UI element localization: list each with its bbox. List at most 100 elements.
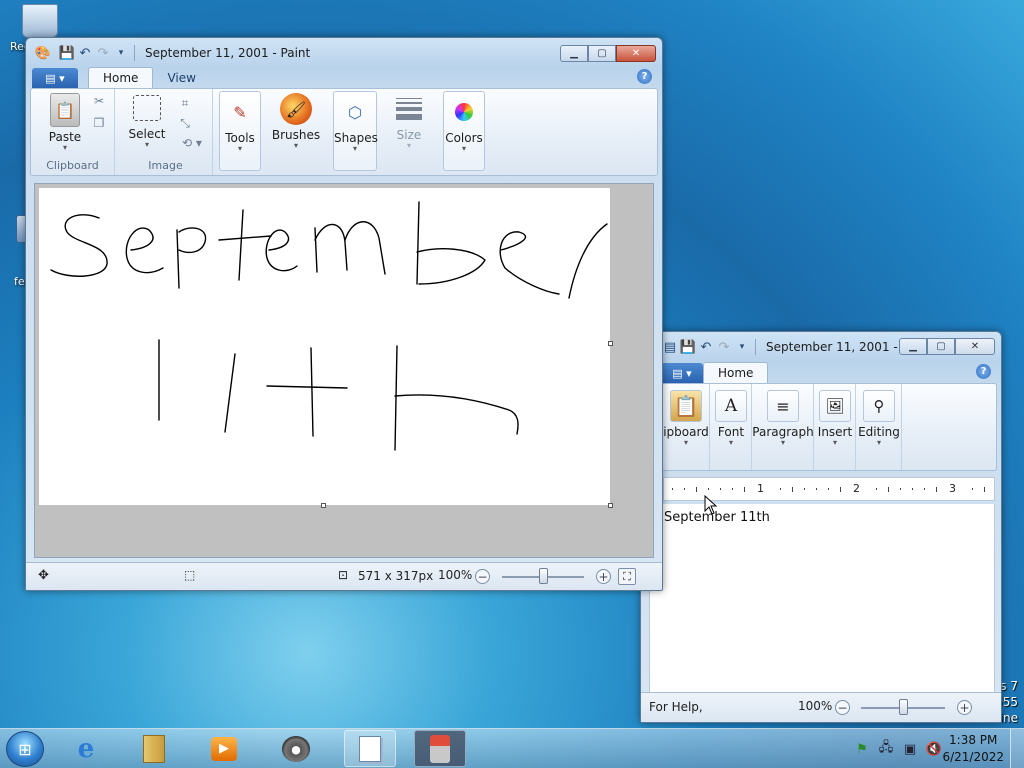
zoom-in-button[interactable]: + [596, 569, 611, 584]
wordpad-app-menu-button[interactable]: ▤ ▾ [661, 363, 703, 383]
resize-icon[interactable]: ⤡ [177, 115, 193, 131]
font-icon: A [715, 390, 747, 422]
size-button[interactable]: Size ▾ [383, 93, 435, 150]
customize-qat-icon[interactable]: ▾ [733, 338, 751, 356]
paint-app-menu-button[interactable]: ▤ ▾ [32, 68, 78, 88]
help-icon[interactable]: ? [637, 69, 652, 84]
paste-icon: 📋 [670, 390, 702, 422]
paint-app-icon[interactable]: 🎨 [34, 44, 52, 62]
drawing-canvas[interactable] [39, 188, 610, 505]
ribbon-group-insert[interactable]: 🖼 Insert ▾ [814, 384, 856, 470]
crop-icon[interactable]: ⌗ [177, 95, 193, 111]
paragraph-button[interactable]: ≡ Paragraph ▾ [752, 390, 814, 447]
windows-logo-icon: ⊞ [18, 739, 32, 759]
paint-icon [430, 734, 450, 763]
clipboard-button[interactable]: 📋 ipboard ▾ [662, 390, 710, 447]
taskbar-internet-explorer[interactable]: e [60, 730, 112, 767]
ribbon-group-paragraph[interactable]: ≡ Paragraph ▾ [752, 384, 814, 470]
taskbar-raccoon-app[interactable] [270, 730, 322, 767]
paint-canvas-area[interactable] [34, 183, 654, 558]
tab-view[interactable]: View [153, 68, 209, 88]
customize-qat-icon[interactable]: ▾ [112, 44, 130, 62]
clock-date: 6/21/2022 [942, 750, 1004, 764]
minimize-button[interactable]: ▁ [560, 45, 588, 62]
canvas-dimensions-text: 571 x 317px [358, 569, 434, 583]
network-icon[interactable]: 🖧 [876, 739, 896, 759]
close-button[interactable]: ✕ [616, 45, 656, 62]
insert-picture-icon: 🖼 [819, 390, 851, 422]
font-button[interactable]: A Font ▾ [710, 390, 752, 447]
wordpad-icon [359, 735, 381, 762]
cut-icon[interactable]: ✂ [91, 93, 107, 109]
wordpad-ribbon: 📋 ipboard ▾ A Font ▾ ≡ Paragraph ▾ 🖼 Ins… [661, 383, 997, 471]
taskbar-paint[interactable] [414, 730, 466, 767]
ribbon-group-image: Select ▾ ⌗ ⤡ ⟲ ▾ Image [119, 89, 213, 175]
resize-handle[interactable] [321, 503, 326, 508]
taskbar-wordpad[interactable] [344, 730, 396, 767]
size-lines-icon [393, 93, 425, 125]
rotate-icon[interactable]: ⟲ ▾ [177, 135, 207, 151]
ribbon-group-size: Size ▾ [383, 89, 435, 175]
copy-icon[interactable]: ❐ [91, 115, 107, 131]
wordpad-app-icon[interactable]: ▤ [661, 338, 679, 356]
tools-button[interactable]: ✎ Tools ▾ [220, 96, 260, 153]
ribbon-group-colors: Colors ▾ [443, 91, 485, 171]
shapes-button[interactable]: ⬡ Shapes ▾ [334, 96, 378, 153]
close-button[interactable]: ✕ [955, 338, 995, 355]
redo-icon[interactable]: ↷ [715, 338, 733, 356]
tab-home[interactable]: Home [88, 67, 154, 88]
resize-handle[interactable] [608, 341, 613, 346]
zoom-out-button[interactable]: − [835, 700, 850, 715]
paste-button[interactable]: 📋 Paste ▾ [45, 93, 85, 152]
save-icon[interactable]: 💾 [679, 338, 697, 356]
paragraph-icon: ≡ [767, 390, 799, 422]
select-rectangle-icon [133, 95, 161, 121]
wordpad-titlebar[interactable]: ▤ 💾 ↶ ↷ ▾ September 11, 2001 - ... ▁ ▢ ✕ [641, 332, 1001, 362]
paint-titlebar[interactable]: 🎨 💾 ↶ ↷ ▾ September 11, 2001 - Paint ▁ ▢… [26, 38, 662, 68]
tab-home[interactable]: Home [703, 362, 769, 383]
wordpad-window[interactable]: ▤ 💾 ↶ ↷ ▾ September 11, 2001 - ... ▁ ▢ ✕… [640, 331, 1002, 723]
undo-icon[interactable]: ↶ [697, 338, 715, 356]
maximize-button[interactable]: ▢ [588, 45, 616, 62]
ribbon-group-font[interactable]: A Font ▾ [710, 384, 752, 470]
zoom-out-button[interactable]: − [475, 569, 490, 584]
zoom-slider-thumb[interactable] [899, 699, 908, 715]
colors-button[interactable]: Colors ▾ [444, 96, 484, 153]
paint-statusbar: ✥ ⬚ ⊡ 571 x 317px 100% − + ⛶ [26, 562, 662, 590]
insert-button[interactable]: 🖼 Insert ▾ [814, 390, 856, 447]
start-button[interactable]: ⊞ [6, 731, 44, 767]
undo-icon[interactable]: ↶ [76, 44, 94, 62]
volume-muted-icon[interactable]: 🔇 [924, 739, 944, 759]
redo-icon[interactable]: ↷ [94, 44, 112, 62]
ribbon-group-brushes: 🖌 Brushes ▾ [267, 89, 325, 175]
editing-button[interactable]: ⚲ Editing ▾ [856, 390, 902, 447]
ruler-number: 3 [949, 482, 956, 495]
zoom-level-text: 100% [438, 568, 473, 582]
handwritten-drawing [50, 201, 608, 451]
maximize-button[interactable]: ▢ [927, 338, 955, 355]
show-desktop-button[interactable] [1010, 729, 1024, 768]
brushes-icon: 🖌 [280, 93, 312, 125]
zoom-in-button[interactable]: + [957, 700, 972, 715]
fit-to-window-icon[interactable]: ⛶ [618, 568, 636, 585]
ribbon-group-tools: ✎ Tools ▾ [219, 91, 261, 171]
zoom-slider-thumb[interactable] [539, 568, 548, 584]
tools-pencil-icon: ✎ [233, 102, 247, 122]
ribbon-group-clipboard[interactable]: 📋 ipboard ▾ [662, 384, 710, 470]
save-icon[interactable]: 💾 [58, 44, 76, 62]
minimize-button[interactable]: ▁ [899, 338, 927, 355]
taskbar-libraries[interactable] [128, 730, 180, 767]
resize-handle[interactable] [608, 503, 613, 508]
taskbar-clock[interactable]: 1:38 PM 6/21/2022 [942, 732, 1004, 766]
wordpad-caption-buttons: ▁ ▢ ✕ [899, 338, 995, 355]
action-center-icon[interactable]: ⚑ [852, 739, 872, 759]
select-button[interactable]: Select ▾ [127, 95, 167, 149]
paint-window[interactable]: 🎨 💾 ↶ ↷ ▾ September 11, 2001 - Paint ▁ ▢… [25, 37, 663, 591]
taskbar-media-player[interactable]: ▶ [198, 730, 250, 767]
ribbon-group-editing[interactable]: ⚲ Editing ▾ [856, 384, 902, 470]
paint-ribbon: 📋 Paste ▾ ✂ ❐ Clipboard Select ▾ ⌗ ⤡ ⟲ ▾… [30, 88, 658, 176]
device-icon[interactable]: ▣ [900, 739, 920, 759]
help-icon[interactable]: ? [976, 364, 991, 379]
brushes-button[interactable]: 🖌 Brushes ▾ [267, 93, 325, 150]
wordpad-document[interactable]: September 11th [649, 504, 995, 692]
